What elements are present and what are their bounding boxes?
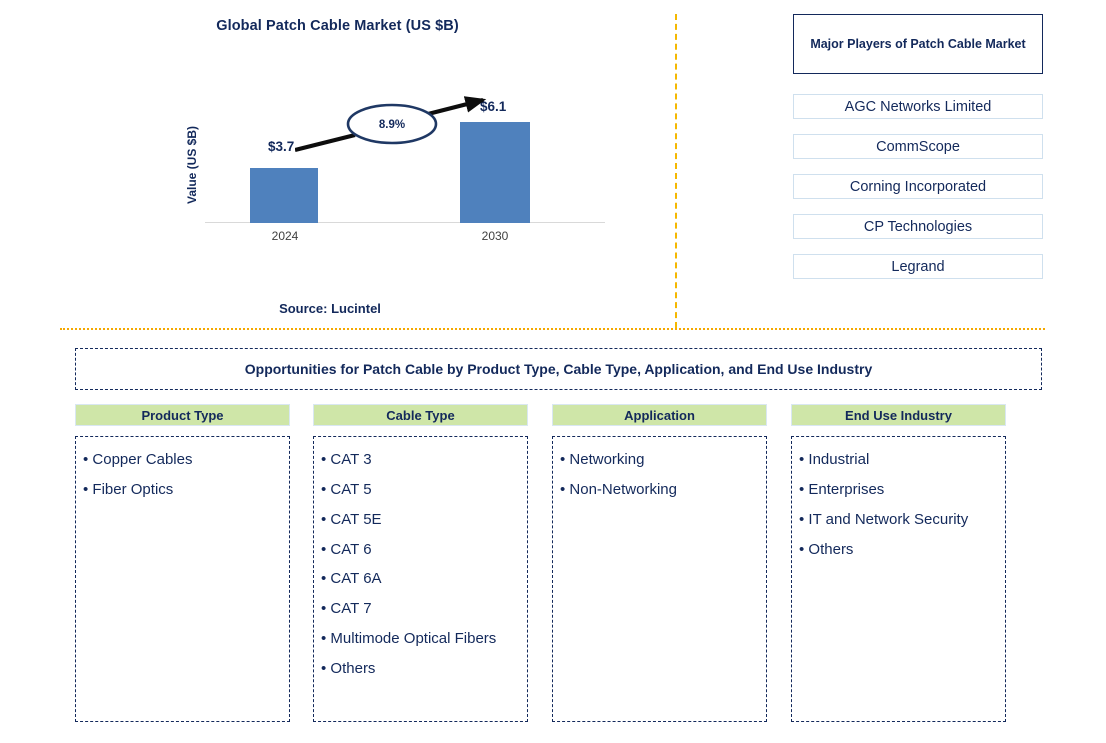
y-axis-label: Value (US $B) — [182, 100, 202, 230]
bar-2024 — [250, 168, 318, 223]
list-item: • Others — [799, 540, 854, 558]
list-item: • Multimode Optical Fibers — [321, 630, 497, 648]
column-body-end-use-industry: • Industrial • Enterprises • IT and Netw… — [791, 436, 1006, 722]
list-item: • Copper Cables — [83, 451, 193, 468]
list-item: • CAT 6A — [321, 570, 382, 588]
list-item: • Others — [321, 659, 376, 677]
list-item: • IT and Network Security — [799, 510, 969, 528]
column-body-product-type: • Copper Cables • Fiber Optics — [75, 436, 290, 722]
bar-value-2024: $3.7 — [268, 139, 295, 154]
list-item: • Networking — [560, 451, 645, 468]
list-item: • Enterprises — [799, 480, 885, 498]
source-label: Source: Lucintel — [279, 301, 381, 316]
chart-panel: Global Patch Cable Market (US $B) Value … — [0, 0, 675, 328]
player-item-legrand: Legrand — [793, 254, 1043, 279]
list-item: • Industrial — [799, 451, 870, 468]
column-product-type: Product Type • Copper Cables • Fiber Opt… — [75, 404, 290, 722]
list-item: • Fiber Optics — [83, 480, 174, 498]
column-application: Application • Networking • Non-Networkin… — [552, 404, 767, 722]
list-item: • Non-Networking — [560, 480, 677, 498]
player-item-cp-technologies: CP Technologies — [793, 214, 1043, 239]
column-header-end-use-industry: End Use Industry — [791, 404, 1006, 426]
major-players-panel: Major Players of Patch Cable Market AGC … — [793, 14, 1043, 279]
opportunities-banner: Opportunities for Patch Cable by Product… — [75, 348, 1042, 390]
x-tick-label-2024: 2024 — [271, 229, 299, 243]
player-item-agc-networks-limited: AGC Networks Limited — [793, 94, 1043, 119]
x-tick-label-2030: 2030 — [481, 229, 509, 243]
list-item: • CAT 3 — [321, 451, 372, 468]
chart-title: Global Patch Cable Market (US $B) — [216, 18, 459, 34]
horizontal-divider — [60, 328, 1045, 330]
cagr-label: 8.9% — [378, 119, 406, 131]
infographic-root: Global Patch Cable Market (US $B) Value … — [0, 0, 1106, 743]
column-body-cable-type: • CAT 3 • CAT 5 • CAT 5E • CAT 6 • CAT 6… — [313, 436, 528, 722]
column-end-use-industry: End Use Industry • Industrial • Enterpri… — [791, 404, 1006, 722]
column-body-application: • Networking • Non-Networking — [552, 436, 767, 722]
player-item-commscope: CommScope — [793, 134, 1043, 159]
opportunities-columns: Product Type • Copper Cables • Fiber Opt… — [75, 404, 1015, 724]
player-item-corning-incorporated: Corning Incorporated — [793, 174, 1043, 199]
major-players-title: Major Players of Patch Cable Market — [793, 14, 1043, 74]
list-item: • CAT 5E — [321, 510, 382, 528]
column-header-cable-type: Cable Type — [313, 404, 528, 426]
column-header-product-type: Product Type — [75, 404, 290, 426]
vertical-divider — [675, 14, 677, 328]
list-item: • CAT 6 — [321, 540, 372, 558]
list-item: • CAT 7 — [321, 600, 372, 618]
y-axis-label-text: Value (US $B) — [185, 125, 199, 205]
column-header-application: Application — [552, 404, 767, 426]
column-cable-type: Cable Type • CAT 3 • CAT 5 • CAT 5E • CA… — [313, 404, 528, 722]
list-item: • CAT 5 — [321, 480, 372, 498]
